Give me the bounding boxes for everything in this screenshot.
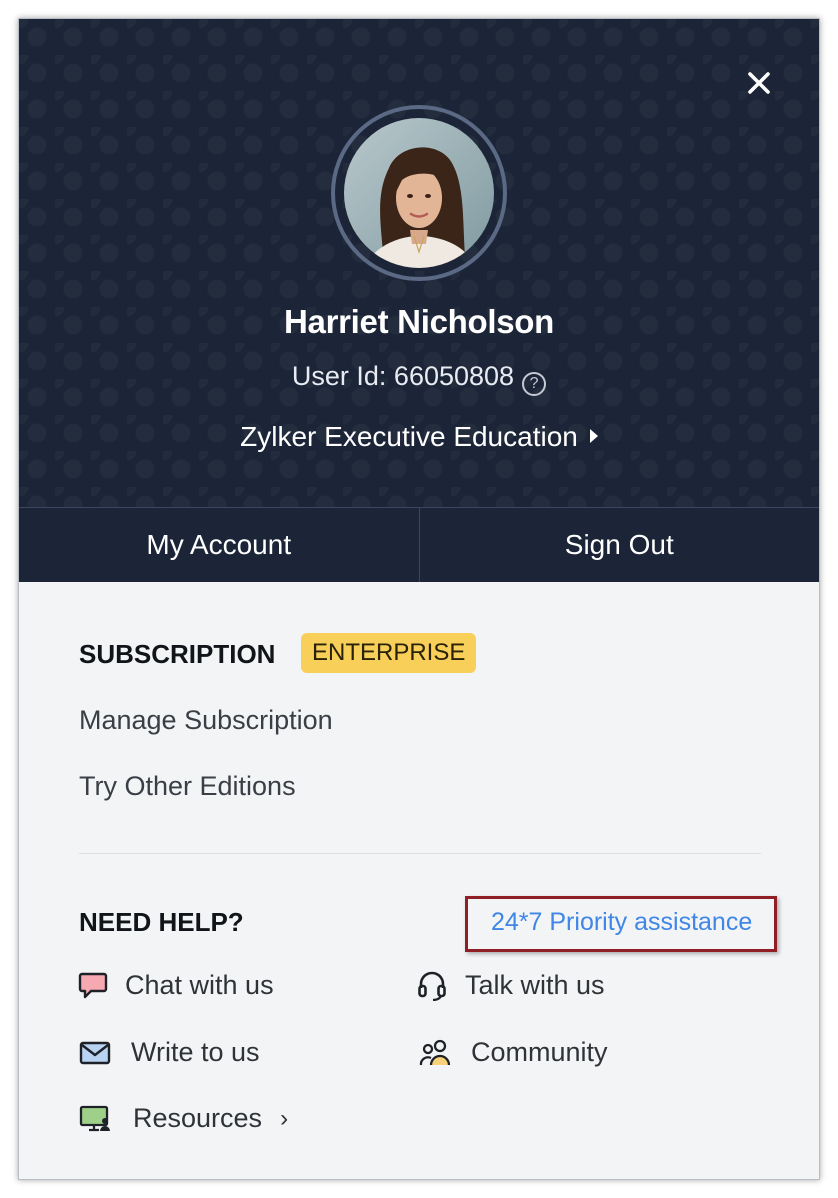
avatar[interactable] <box>344 118 494 268</box>
mail-icon <box>79 1041 111 1064</box>
divider <box>79 853 761 854</box>
help-circle-icon[interactable]: ? <box>522 372 547 396</box>
close-icon[interactable] <box>743 67 775 99</box>
profile-panel: Harriet Nicholson User Id: 66050808? Zyl… <box>18 18 820 1180</box>
community-item[interactable]: Community <box>419 1037 608 1068</box>
talk-with-us-label: Talk with us <box>465 969 605 1000</box>
manage-subscription-link[interactable]: Manage Subscription <box>79 705 333 736</box>
priority-assistance-link[interactable]: 24*7 Priority assistance <box>491 908 752 937</box>
user-id-row: User Id: 66050808? <box>19 361 819 396</box>
organization-selector[interactable]: Zylker Executive Education <box>19 421 819 453</box>
community-icon <box>419 1039 451 1065</box>
need-help-title: NEED HELP? <box>79 907 244 937</box>
caret-right-icon <box>589 429 598 443</box>
chat-with-us-label: Chat with us <box>125 969 274 1000</box>
write-to-us-label: Write to us <box>131 1037 260 1067</box>
profile-header: Harriet Nicholson User Id: 66050808? Zyl… <box>19 19 819 507</box>
resources-label: Resources <box>133 1103 263 1133</box>
subscription-title: SUBSCRIPTION <box>79 639 276 669</box>
write-to-us-item[interactable]: Write to us <box>79 1037 260 1068</box>
headset-icon <box>418 971 446 1001</box>
resources-item[interactable]: Resources › <box>79 1103 288 1134</box>
chat-bubble-icon <box>78 972 108 999</box>
my-account-button[interactable]: My Account <box>19 508 420 582</box>
user-id: User Id: 66050808 <box>291 361 515 391</box>
edition-badge: ENTERPRISE <box>301 633 477 673</box>
talk-with-us-item[interactable]: Talk with us <box>417 969 605 1001</box>
user-name: Harriet Nicholson <box>284 303 554 340</box>
community-label: Community <box>471 1037 608 1067</box>
chat-with-us-item[interactable]: Chat with us <box>77 969 274 1001</box>
close-button[interactable] <box>743 67 775 99</box>
organization-name: Zylker Executive Education <box>240 421 578 452</box>
avatar-photo-icon <box>344 118 494 268</box>
account-action-bar: My Account Sign Out <box>19 507 819 582</box>
chevron-right-icon: › <box>280 1104 289 1132</box>
sign-out-button[interactable]: Sign Out <box>420 508 820 582</box>
resources-monitor-icon <box>79 1105 110 1131</box>
try-other-editions-link[interactable]: Try Other Editions <box>79 771 296 802</box>
